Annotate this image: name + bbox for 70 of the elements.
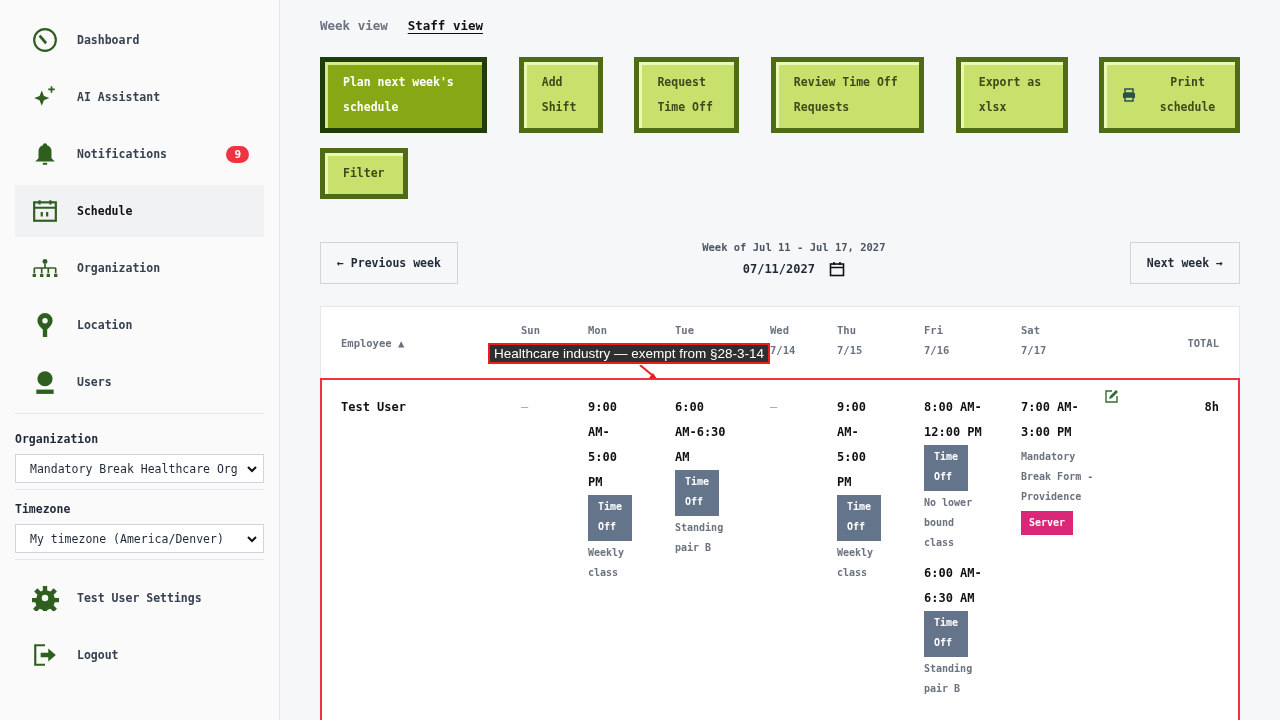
next-week-button[interactable]: Next week → (1129, 242, 1240, 284)
time-off-tag: Time Off (837, 495, 882, 541)
column-header: TOTAL (1186, 336, 1219, 349)
column-header: Tue (675, 323, 695, 337)
calendar-icon (828, 261, 845, 277)
column-date: 7/17 (1021, 343, 1048, 357)
sidebar-item[interactable]: Notifications 9 (15, 128, 264, 180)
sidebar-item[interactable]: AI Assistant (15, 71, 264, 123)
shift-time: 9:00 AM-5:00 PM (588, 399, 618, 491)
time-off-tag: Time Off (675, 470, 720, 516)
shift-note: Standing pair B (675, 521, 725, 555)
sidebar-item[interactable]: Location (15, 299, 264, 351)
column-header: Sat (1021, 323, 1041, 337)
sidebar-item[interactable]: Users (15, 356, 264, 408)
empty-day: — (521, 395, 529, 420)
shift-time: 6:00 AM-6:30 AM (924, 565, 983, 607)
employee-name: Test User (341, 399, 408, 416)
shift-note: Mandatory Break Form - Providence (1021, 450, 1095, 504)
action-button[interactable]: Export as xlsx (955, 57, 1068, 133)
time-off-tag: Time Off (924, 445, 969, 491)
sidebar-item[interactable]: Schedule (15, 185, 264, 237)
shift-time: 7:00 AM-3:00 PM (1021, 399, 1080, 441)
annotation-tooltip: Healthcare industry — exempt from §28-3-14 (488, 343, 771, 364)
week-caption: Week of Jul 11 - Jul 17, 2027 (702, 241, 886, 253)
select-label: Organization (15, 432, 100, 446)
shift-note: Weekly class (837, 546, 875, 580)
column-header: Mon (588, 323, 608, 337)
column-header: Thu (837, 323, 857, 337)
select-label: Timezone (15, 502, 72, 516)
chevron-down-icon (247, 534, 257, 543)
dropdown-select[interactable]: Mandatory Break Healthcare Org (15, 454, 264, 483)
calendar-icon (31, 198, 59, 224)
column-date: 7/15 (837, 343, 864, 357)
gauge-icon (31, 27, 59, 53)
sidebar-item[interactable]: Dashboard (15, 14, 264, 66)
sidebar-item[interactable]: Test User Settings (15, 572, 264, 624)
role-tag: Server (1021, 511, 1074, 535)
column-header: Fri (924, 323, 944, 337)
view-tab[interactable]: Week view (320, 18, 388, 33)
annotation-arrow (638, 365, 658, 379)
action-button[interactable]: Add Shift (518, 57, 603, 133)
sidebar-item[interactable]: Logout (15, 629, 264, 681)
sidebar-item[interactable]: Organization (15, 242, 264, 294)
shift-time: 9:00 AM-5:00 PM (837, 399, 867, 491)
printer-icon (1122, 88, 1137, 102)
view-tab[interactable]: Staff view (407, 18, 483, 33)
empty-day: — (770, 395, 778, 420)
action-button[interactable]: Review Time Off Requests (770, 57, 925, 133)
date-field[interactable]: 07/11/2027 (738, 259, 849, 279)
shift-note: Standing pair B (924, 662, 974, 696)
previous-week-button[interactable]: ← Previous week (320, 242, 458, 284)
dropdown-select[interactable]: My timezone (America/Denver) (15, 524, 264, 553)
column-header: Wed (770, 323, 790, 337)
settings-icon (31, 585, 59, 611)
shift-time: 6:00 AM-6:30 AM (675, 399, 727, 466)
edit-icon[interactable] (1105, 389, 1119, 403)
time-off-tag: Time Off (588, 495, 633, 541)
shift-note: Weekly class (588, 546, 626, 580)
shift-note: No lower bound class (924, 496, 974, 550)
action-button[interactable]: Request Time Off (634, 57, 740, 133)
column-date: 7/14 (770, 343, 797, 357)
column-date: 7/16 (924, 343, 951, 357)
action-button[interactable]: Filter (320, 148, 408, 199)
notification-count-badge: 9 (226, 145, 249, 163)
action-button[interactable]: Print schedule (1099, 57, 1240, 133)
column-header: Sun (521, 323, 541, 337)
total-hours: 8h (1203, 399, 1219, 416)
shift-time: 8:00 AM-12:00 PM (924, 399, 983, 441)
time-off-tag: Time Off (924, 611, 969, 657)
chevron-down-icon (247, 464, 257, 473)
